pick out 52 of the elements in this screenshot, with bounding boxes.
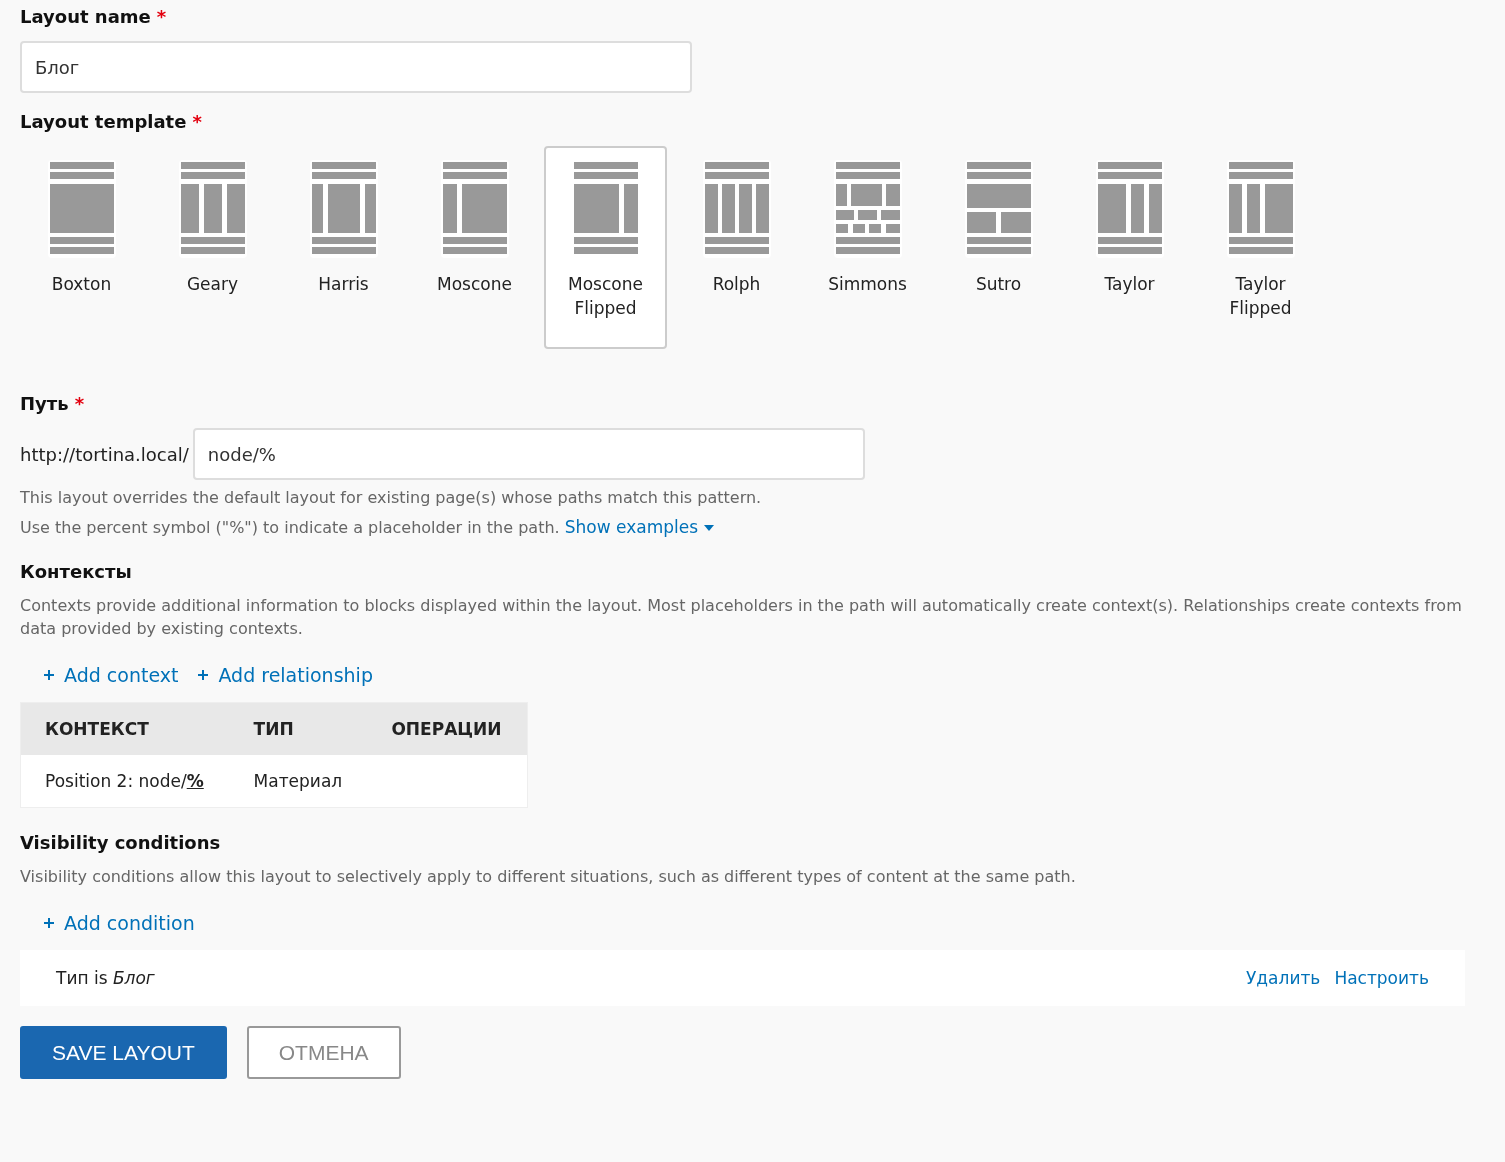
add-link[interactable]: Add condition — [44, 912, 195, 934]
field-label: Путь * — [20, 393, 86, 414]
help-text: Use the percent symbol ("%") to indicate a placeholder in the path. — [20, 518, 560, 537]
layout-template-icon — [833, 160, 902, 258]
add-link[interactable]: Add context — [44, 664, 179, 686]
add-link[interactable]: Add relationship — [198, 664, 373, 686]
layout-template-option[interactable]: Taylor — [1068, 146, 1191, 349]
layout-template-icon — [178, 160, 247, 258]
layout-template-option[interactable]: Boxton — [20, 146, 143, 349]
layout-template-option[interactable]: Moscone — [413, 146, 536, 349]
layout-name-field[interactable]: Блог — [20, 41, 692, 93]
layout-template-option[interactable]: Rolph — [675, 146, 798, 349]
show-examples-link[interactable]: Show examples — [564, 517, 715, 537]
plus-icon — [198, 670, 209, 680]
section-description: Contexts provide additional information to blocks displayed within the layout. Most placeholders in the path will automatically create context(s). Relationships create contexts from data provided by existing contexts. — [20, 595, 1463, 640]
layout-template-icon — [440, 160, 509, 258]
section-title: Контексты — [20, 561, 133, 582]
condition-text: Тип is Блог — [56, 968, 155, 988]
cancel-button[interactable]: ОТМЕНА — [246, 1026, 401, 1079]
path-field[interactable]: node/% — [192, 428, 865, 480]
field-label: Layout template * — [20, 111, 203, 132]
plus-icon — [44, 670, 54, 680]
section-description: Visibility conditions allow this layout to selectively apply to different situations, such as different types of content at the same path. — [20, 866, 1077, 888]
layout-template-icon — [309, 160, 378, 258]
layout-template-icon — [1226, 160, 1295, 258]
required-marker: * — [192, 111, 202, 132]
condition-link[interactable]: Настроить — [1334, 968, 1429, 988]
plus-icon — [44, 918, 54, 928]
table-cell: Position 2: node/% — [45, 771, 204, 791]
layout-template-icon — [47, 160, 116, 258]
condition-link[interactable]: Удалить — [1246, 968, 1321, 988]
section-title: Visibility conditions — [20, 832, 222, 853]
path-prefix: http://tortina.local/ — [20, 443, 189, 465]
column-header: ОПЕРАЦИИ — [367, 702, 528, 755]
required-marker: * — [156, 6, 167, 27]
required-marker: * — [74, 393, 85, 414]
layout-template-option[interactable]: Moscone Flipped — [544, 146, 667, 349]
layout-template-option[interactable]: Simmons — [806, 146, 929, 349]
help-text: This layout overrides the default layout for existing page(s) whose paths match this pattern. — [20, 488, 763, 507]
layout-template-icon — [964, 160, 1033, 258]
column-header: ТИП — [229, 702, 368, 755]
layout-template-icon — [1095, 160, 1164, 258]
field-label: Layout name * — [20, 6, 168, 27]
caret-icon — [704, 525, 715, 531]
layout-template-option[interactable]: Sutro — [937, 146, 1060, 349]
layout-template-icon — [702, 160, 771, 258]
layout-template-option[interactable]: Taylor Flipped — [1199, 146, 1322, 349]
table-cell: Материал — [253, 771, 343, 791]
column-header: КОНТЕКСТ — [20, 702, 230, 755]
save-button[interactable]: SAVE LAYOUT — [20, 1026, 227, 1079]
layout-template-option[interactable]: Harris — [282, 146, 405, 349]
layout-template-option[interactable]: Geary — [151, 146, 274, 349]
